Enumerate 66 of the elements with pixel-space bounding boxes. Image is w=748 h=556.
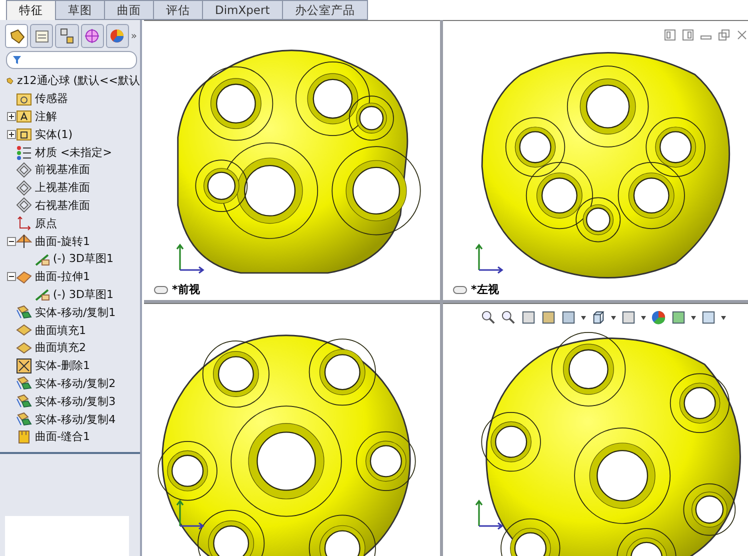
tree-item-label[interactable]: 传感器 bbox=[35, 91, 68, 106]
command-tab[interactable]: 草图 bbox=[55, 0, 105, 20]
view-name: *前视 bbox=[172, 282, 200, 297]
caret-icon[interactable] bbox=[581, 316, 586, 320]
tree-item-label[interactable]: (-) 3D草图1 bbox=[53, 286, 114, 302]
command-tab[interactable]: 评估 bbox=[153, 0, 203, 20]
tree-item-label[interactable]: 原点 bbox=[35, 216, 57, 231]
filter-field[interactable] bbox=[6, 51, 137, 69]
tree-item-label[interactable]: 材质 <未指定> bbox=[35, 144, 112, 160]
collapse-icon[interactable] bbox=[6, 272, 16, 282]
command-tab[interactable]: 特征 bbox=[6, 0, 56, 20]
origin-icon bbox=[16, 215, 32, 232]
tree-item-label[interactable]: 曲面-缝合1 bbox=[35, 429, 90, 444]
tree-item-label[interactable]: 实体-移动/复制1 bbox=[35, 304, 116, 320]
display-style-icon[interactable] bbox=[591, 310, 606, 325]
restore-icon[interactable] bbox=[718, 29, 730, 41]
tree-item-label[interactable]: 前视基准面 bbox=[35, 162, 90, 178]
tree-item-label[interactable]: 曲面-拉伸1 bbox=[35, 269, 90, 284]
delete-icon bbox=[16, 358, 32, 374]
property-icon bbox=[34, 28, 50, 44]
expand-icon[interactable] bbox=[6, 112, 16, 121]
caret-icon[interactable] bbox=[691, 316, 696, 320]
expand-icon[interactable] bbox=[6, 130, 16, 139]
tree-item-label[interactable]: 实体-移动/复制4 bbox=[35, 412, 116, 427]
more-tabs-arrow[interactable]: » bbox=[130, 30, 137, 42]
tree-item-label[interactable]: 上视基准面 bbox=[35, 180, 90, 196]
tree-root-label[interactable]: z12通心球 (默认<<默认 bbox=[17, 73, 140, 88]
tree-item-label[interactable]: 实体(1) bbox=[35, 126, 73, 142]
close-icon[interactable] bbox=[736, 29, 748, 41]
tree-item-label[interactable]: (-) 3D草图1 bbox=[53, 251, 114, 266]
tree-item-label[interactable]: 右视基准面 bbox=[35, 198, 90, 213]
collapse-icon[interactable] bbox=[6, 236, 16, 246]
material-icon bbox=[16, 144, 32, 160]
tree-item-label[interactable]: 实体-删除1 bbox=[35, 358, 90, 374]
plane-icon bbox=[16, 162, 32, 178]
tree-item-label[interactable]: 实体-移动/复制3 bbox=[35, 394, 116, 409]
view-name: *左视 bbox=[471, 282, 499, 297]
command-tab[interactable]: 曲面 bbox=[104, 0, 154, 20]
split-right-icon[interactable] bbox=[682, 29, 694, 41]
caret-icon[interactable] bbox=[611, 316, 616, 320]
view-link-icon bbox=[453, 286, 467, 294]
tree-item-label[interactable]: 曲面填充2 bbox=[35, 340, 86, 356]
caret-icon[interactable] bbox=[641, 316, 646, 320]
command-tab[interactable]: DimXpert bbox=[202, 0, 283, 20]
panel-tab[interactable] bbox=[30, 24, 54, 48]
panel-tab[interactable] bbox=[5, 24, 28, 48]
annotation-icon bbox=[16, 108, 32, 124]
plane-icon bbox=[16, 180, 32, 196]
zoom-area-icon[interactable] bbox=[501, 310, 516, 325]
panel-tab[interactable] bbox=[80, 24, 104, 48]
tree-item-label[interactable]: 注解 bbox=[35, 108, 57, 124]
plane-icon bbox=[16, 197, 32, 214]
tree-item-label[interactable]: 曲面-旋转1 bbox=[35, 234, 90, 249]
appearance-icon[interactable] bbox=[651, 310, 666, 325]
tree-item-label[interactable]: 曲面填充1 bbox=[35, 322, 86, 338]
display-icon bbox=[109, 28, 126, 44]
sensor-icon bbox=[16, 90, 32, 107]
view-link-icon bbox=[154, 286, 168, 294]
filter-icon bbox=[12, 55, 22, 65]
caret-icon[interactable] bbox=[721, 316, 726, 320]
panel-tab[interactable] bbox=[55, 24, 79, 48]
command-tab[interactable]: 办公室产品 bbox=[282, 0, 368, 20]
tree-item-label[interactable]: 实体-移动/复制2 bbox=[35, 376, 116, 391]
zoom-fit-icon[interactable] bbox=[481, 310, 496, 325]
panel-tab[interactable] bbox=[106, 24, 129, 48]
split-left-icon[interactable] bbox=[664, 29, 676, 41]
